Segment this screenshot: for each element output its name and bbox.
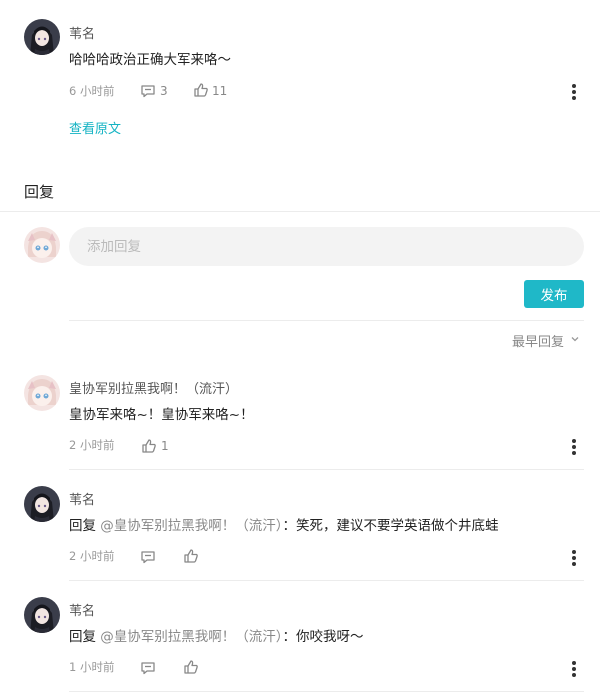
reply-prefix: 回复 bbox=[69, 518, 96, 534]
publish-button[interactable]: 发布 bbox=[524, 280, 584, 308]
mention-link[interactable]: @皇协军别拉黑我啊！（流汗） bbox=[100, 629, 282, 645]
avatar[interactable] bbox=[24, 597, 60, 633]
reply-content: ：你咬我呀～ bbox=[282, 629, 364, 645]
current-user-avatar bbox=[24, 227, 60, 263]
like-icon[interactable] bbox=[193, 82, 209, 98]
sort-dropdown[interactable]: 最早回复 bbox=[512, 331, 580, 350]
reply-divider bbox=[69, 469, 584, 470]
comment-text: 哈哈哈政治正确大军来咯～ bbox=[69, 52, 231, 68]
reply-text: 皇协军来咯~！皇协军来咯~！ bbox=[69, 407, 254, 423]
comment-icon[interactable] bbox=[140, 83, 156, 99]
reply-text: 回复 @皇协军别拉黑我啊！（流汗）：你咬我呀～ bbox=[69, 625, 364, 645]
reply-time: 2 小时前 bbox=[69, 438, 115, 452]
chevron-down-icon bbox=[570, 333, 580, 348]
reply-author[interactable]: 皇协军别拉黑我啊！（流汗） bbox=[69, 378, 238, 397]
reply-prefix: 回复 bbox=[69, 629, 96, 645]
like-icon[interactable] bbox=[183, 548, 199, 564]
more-options-icon[interactable] bbox=[569, 438, 579, 455]
comment-time: 6 小时前 bbox=[69, 84, 115, 98]
like-icon[interactable] bbox=[183, 659, 199, 675]
reply-time: 1 小时前 bbox=[69, 660, 115, 674]
reply-content: ：笑死，建议不要学英语做个井底蛙 bbox=[282, 518, 499, 534]
comment-icon[interactable] bbox=[140, 660, 156, 676]
sort-label: 最早回复 bbox=[511, 335, 564, 350]
reply-divider bbox=[69, 580, 584, 581]
reply-time: 2 小时前 bbox=[69, 549, 115, 563]
like-icon[interactable] bbox=[141, 438, 157, 454]
section-divider bbox=[0, 211, 600, 212]
reply-input[interactable] bbox=[69, 227, 584, 266]
view-original-link[interactable]: 查看原文 bbox=[69, 118, 121, 137]
comment-count: 3 bbox=[160, 84, 168, 98]
avatar[interactable] bbox=[24, 486, 60, 522]
reply-text: 回复 @皇协军别拉黑我啊！（流汗）：笑死，建议不要学英语做个井底蛙 bbox=[69, 514, 499, 534]
reply-divider bbox=[69, 691, 584, 692]
more-options-icon[interactable] bbox=[569, 549, 579, 566]
replies-title: 回复 bbox=[24, 183, 55, 201]
comment-author[interactable]: 苇名 bbox=[69, 23, 95, 42]
avatar[interactable] bbox=[24, 375, 60, 411]
avatar[interactable] bbox=[24, 19, 60, 55]
comment-icon[interactable] bbox=[140, 549, 156, 565]
more-options-icon[interactable] bbox=[569, 83, 579, 100]
like-count: 11 bbox=[212, 84, 228, 98]
composer-divider bbox=[69, 320, 584, 321]
reply-author[interactable]: 苇名 bbox=[69, 600, 95, 619]
like-count: 1 bbox=[161, 439, 169, 453]
reply-author[interactable]: 苇名 bbox=[69, 489, 95, 508]
mention-link[interactable]: @皇协军别拉黑我啊！（流汗） bbox=[100, 518, 282, 534]
more-options-icon[interactable] bbox=[569, 660, 579, 677]
